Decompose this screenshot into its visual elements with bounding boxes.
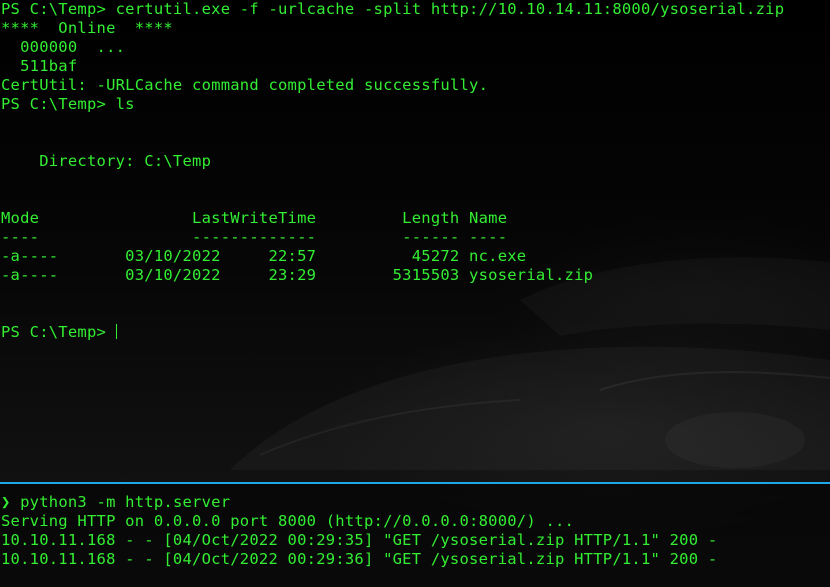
terminal-line-command-ls: PS C:\Temp> ls xyxy=(1,95,135,113)
terminal-line-size: 511baf xyxy=(1,57,78,75)
terminal-current-prompt[interactable]: PS C:\Temp> xyxy=(1,323,117,342)
listing-header-underline: ---- ------------- ------ ---- xyxy=(1,228,508,246)
terminal-line-online-banner: **** Online **** xyxy=(1,19,173,37)
listing-row-ysoserial-zip: -a---- 03/10/2022 23:29 5315503 ysoseria… xyxy=(1,266,594,284)
terminal-line-directory: Directory: C:\Temp xyxy=(1,152,212,170)
terminal-line-access-log-1: 10.10.11.168 - - [04/Oct/2022 00:29:35] … xyxy=(1,531,718,549)
python-command-text: python3 -m http.server xyxy=(10,493,231,511)
terminal-line-command-python: ❯ python3 -m http.server xyxy=(1,493,230,512)
text-cursor xyxy=(115,324,117,339)
prompt-arrow-icon: ❯ xyxy=(1,493,11,511)
listing-row-nc-exe: -a---- 03/10/2022 22:57 45272 nc.exe xyxy=(1,247,527,265)
terminal-line-certutil-result: CertUtil: -URLCache command completed su… xyxy=(1,76,489,94)
terminal-line-offset: 000000 ... xyxy=(1,38,126,56)
terminal-line-command-certutil: PS C:\Temp> certutil.exe -f -urlcache -s… xyxy=(1,0,785,18)
terminal-window[interactable]: PS C:\Temp> certutil.exe -f -urlcache -s… xyxy=(0,0,830,587)
prompt-text: PS C:\Temp> xyxy=(1,323,116,341)
terminal-line-access-log-2: 10.10.11.168 - - [04/Oct/2022 00:29:36] … xyxy=(1,550,718,568)
terminal-line-serving-http: Serving HTTP on 0.0.0.0 port 8000 (http:… xyxy=(1,512,575,530)
listing-header: Mode LastWriteTime Length Name xyxy=(1,209,508,227)
